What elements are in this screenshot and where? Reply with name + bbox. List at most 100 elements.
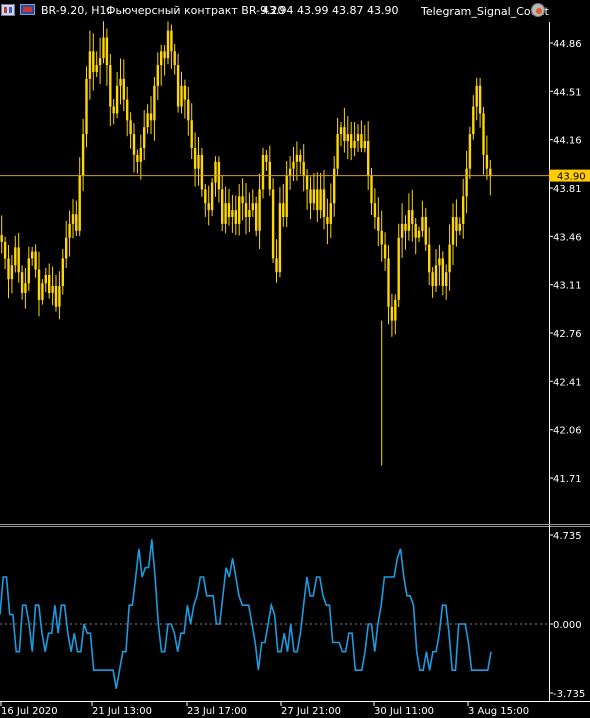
candle-body	[180, 85, 183, 107]
candle-body	[299, 154, 302, 162]
candle-body	[193, 148, 197, 169]
candle-body	[370, 175, 373, 204]
candle-body	[173, 51, 176, 66]
indicator-axis-label: -3.735	[553, 689, 585, 700]
time-axis-label: 23 Jul 17:00	[187, 706, 247, 717]
candle-body	[397, 237, 400, 300]
price-axis-label: 43.46	[553, 232, 582, 243]
indicator-line	[0, 539, 492, 689]
candle-body	[238, 196, 241, 224]
candle-body	[210, 182, 214, 211]
candle-body	[373, 203, 377, 217]
candle-body	[75, 214, 78, 231]
candle-body	[27, 258, 30, 284]
candle-body	[478, 85, 482, 114]
candle-body	[54, 286, 58, 307]
candle-body	[485, 154, 489, 169]
candle-body	[187, 99, 190, 121]
candle-body	[68, 223, 71, 238]
candle-body	[475, 85, 478, 107]
candle-body	[112, 106, 115, 114]
candle-body	[156, 65, 159, 86]
price-axis-label: 43.11	[553, 281, 582, 292]
candle-body	[271, 189, 275, 259]
candle-body	[126, 99, 129, 121]
candle-body	[224, 203, 227, 224]
candle-body	[319, 189, 322, 211]
candle-body	[143, 127, 146, 148]
candle-body	[438, 258, 441, 266]
candle-body	[3, 241, 7, 259]
candle-body	[163, 51, 166, 59]
candle-body	[78, 175, 81, 231]
candle-body	[160, 51, 163, 66]
candle-body	[207, 203, 210, 211]
candle-body	[288, 168, 292, 176]
candle-body	[115, 85, 119, 114]
candle-body	[482, 113, 485, 155]
candle-body	[17, 247, 20, 273]
candle-body	[428, 244, 431, 273]
candle-body	[241, 196, 244, 204]
candle-body	[431, 272, 434, 286]
candle-body	[462, 196, 465, 224]
candle-body	[146, 113, 149, 128]
candle-body	[400, 223, 404, 238]
candle-body	[275, 258, 278, 273]
price-chart[interactable]: 44.86 44.51 44.16 43.81 43.46 43.11 42.76 42.41…	[0, 0, 590, 526]
candle-body	[149, 113, 153, 121]
candle-body	[44, 275, 47, 284]
candle-body	[58, 286, 61, 307]
time-axis-label: 27 Jul 21:00	[281, 706, 341, 717]
candle-body	[367, 141, 370, 176]
candle-body	[255, 203, 258, 231]
candle-body	[231, 210, 234, 217]
candle-body	[37, 269, 41, 300]
candle-body	[105, 37, 109, 66]
price-axis-label: 44.51	[553, 87, 582, 98]
candle-body	[394, 299, 397, 321]
candle-body	[353, 141, 356, 148]
candle-body	[282, 203, 285, 217]
candle-body	[170, 30, 173, 52]
candle-body	[377, 217, 380, 231]
candle-body	[41, 283, 44, 300]
candle-body	[214, 161, 217, 183]
price-axis-label: 42.76	[553, 329, 582, 340]
candle-body	[451, 217, 455, 245]
candle-body	[448, 244, 451, 273]
candle-body	[190, 120, 193, 148]
price-axis-label: 41.71	[553, 474, 582, 485]
indicator-pane[interactable]: 4.735 0.000 -3.735 16 Jul 2020 21 Jul 13:00…	[0, 526, 590, 718]
candle-body	[465, 168, 468, 197]
candle-body	[81, 134, 85, 176]
candle-body	[244, 203, 248, 217]
candle-body	[34, 251, 37, 270]
candle-body	[48, 275, 51, 293]
candle-body	[346, 134, 349, 141]
candle-body	[339, 127, 343, 135]
current-price-tag-label: 43.90	[557, 172, 586, 183]
candle-body	[424, 217, 427, 245]
candle-body	[227, 203, 231, 217]
candle-body	[176, 65, 180, 107]
candle-body	[285, 175, 288, 217]
candle-body	[302, 161, 305, 176]
price-axis-label: 44.86	[553, 39, 582, 50]
candle-body	[85, 78, 88, 135]
candle-body	[489, 168, 492, 176]
candle-body	[61, 258, 64, 286]
candle-body	[0, 235, 3, 242]
candle-body	[221, 189, 224, 224]
candle-body	[363, 141, 366, 148]
price-axis-label: 42.06	[553, 426, 582, 437]
time-axis-label: 21 Jul 13:00	[92, 706, 152, 717]
candle-body	[166, 30, 170, 59]
candle-body	[109, 65, 112, 107]
candle-body	[14, 247, 17, 266]
candle-body	[88, 51, 92, 79]
candle-body	[390, 306, 394, 321]
candle-body	[248, 210, 251, 217]
candle-body	[309, 189, 312, 204]
time-axis-label: 16 Jul 2020	[1, 706, 58, 717]
